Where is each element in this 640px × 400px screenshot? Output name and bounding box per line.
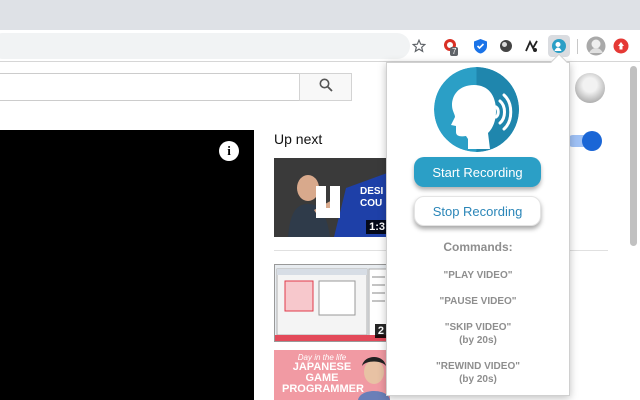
speaking-head-icon [434, 67, 519, 152]
command-detail: (by 20s) [459, 374, 497, 385]
command-text: "SKIP VIDEO" [444, 322, 512, 333]
command-text: "REWIND VIDEO" [436, 361, 520, 372]
info-icon[interactable]: i [219, 141, 239, 161]
extension-icon-red[interactable]: 7 [441, 37, 459, 56]
command-item: "PLAY VIDEO" [386, 269, 570, 282]
search-input[interactable] [0, 73, 300, 101]
search-button[interactable] [299, 73, 352, 101]
video-player[interactable] [0, 130, 254, 400]
browser-toolbar: 7 [0, 30, 640, 62]
address-bar[interactable] [0, 33, 410, 59]
shield-icon[interactable] [471, 37, 489, 55]
svg-text:COU: COU [360, 198, 382, 209]
extension-badge: 7 [450, 47, 459, 56]
command-item: "SKIP VIDEO" (by 20s) [386, 321, 570, 347]
video-thumbnail[interactable]: DESI COU 1:3 [274, 158, 390, 237]
scrollbar[interactable] [630, 66, 637, 246]
command-text: "PLAY VIDEO" [443, 270, 513, 281]
alert-icon[interactable] [612, 37, 630, 55]
autoplay-toggle-knob[interactable] [582, 131, 602, 151]
search-icon [319, 78, 333, 97]
svg-text:DESI: DESI [360, 186, 384, 197]
thumbnail-title: PROGRAMMER [282, 383, 364, 395]
commands-heading: Commands: [443, 240, 513, 254]
screenshot: 7 i Up next DESI COU 1:3 2 Day in the li… [0, 0, 640, 400]
star-icon[interactable] [410, 37, 428, 55]
profile-avatar-icon[interactable] [586, 36, 606, 56]
tab-strip [0, 0, 640, 30]
command-detail: (by 20s) [459, 335, 497, 346]
video-duration: 1:3 [366, 220, 388, 234]
avatar[interactable] [575, 73, 605, 103]
video-thumbnail[interactable]: 2 [274, 264, 390, 342]
stop-recording-button[interactable]: Stop Recording [414, 196, 541, 226]
command-item: "REWIND VIDEO" (by 20s) [386, 360, 570, 386]
extension-icon-ball[interactable] [497, 37, 515, 55]
toolbar-divider [577, 39, 578, 54]
start-recording-button[interactable]: Start Recording [414, 157, 541, 187]
command-item: "PAUSE VIDEO" [386, 295, 570, 308]
video-thumbnail[interactable]: Day in the life JAPANESE GAME PROGRAMMER [274, 350, 390, 400]
extension-icon-drawing[interactable] [522, 37, 540, 55]
up-next-label: Up next [274, 131, 323, 147]
command-text: "PAUSE VIDEO" [439, 296, 517, 307]
